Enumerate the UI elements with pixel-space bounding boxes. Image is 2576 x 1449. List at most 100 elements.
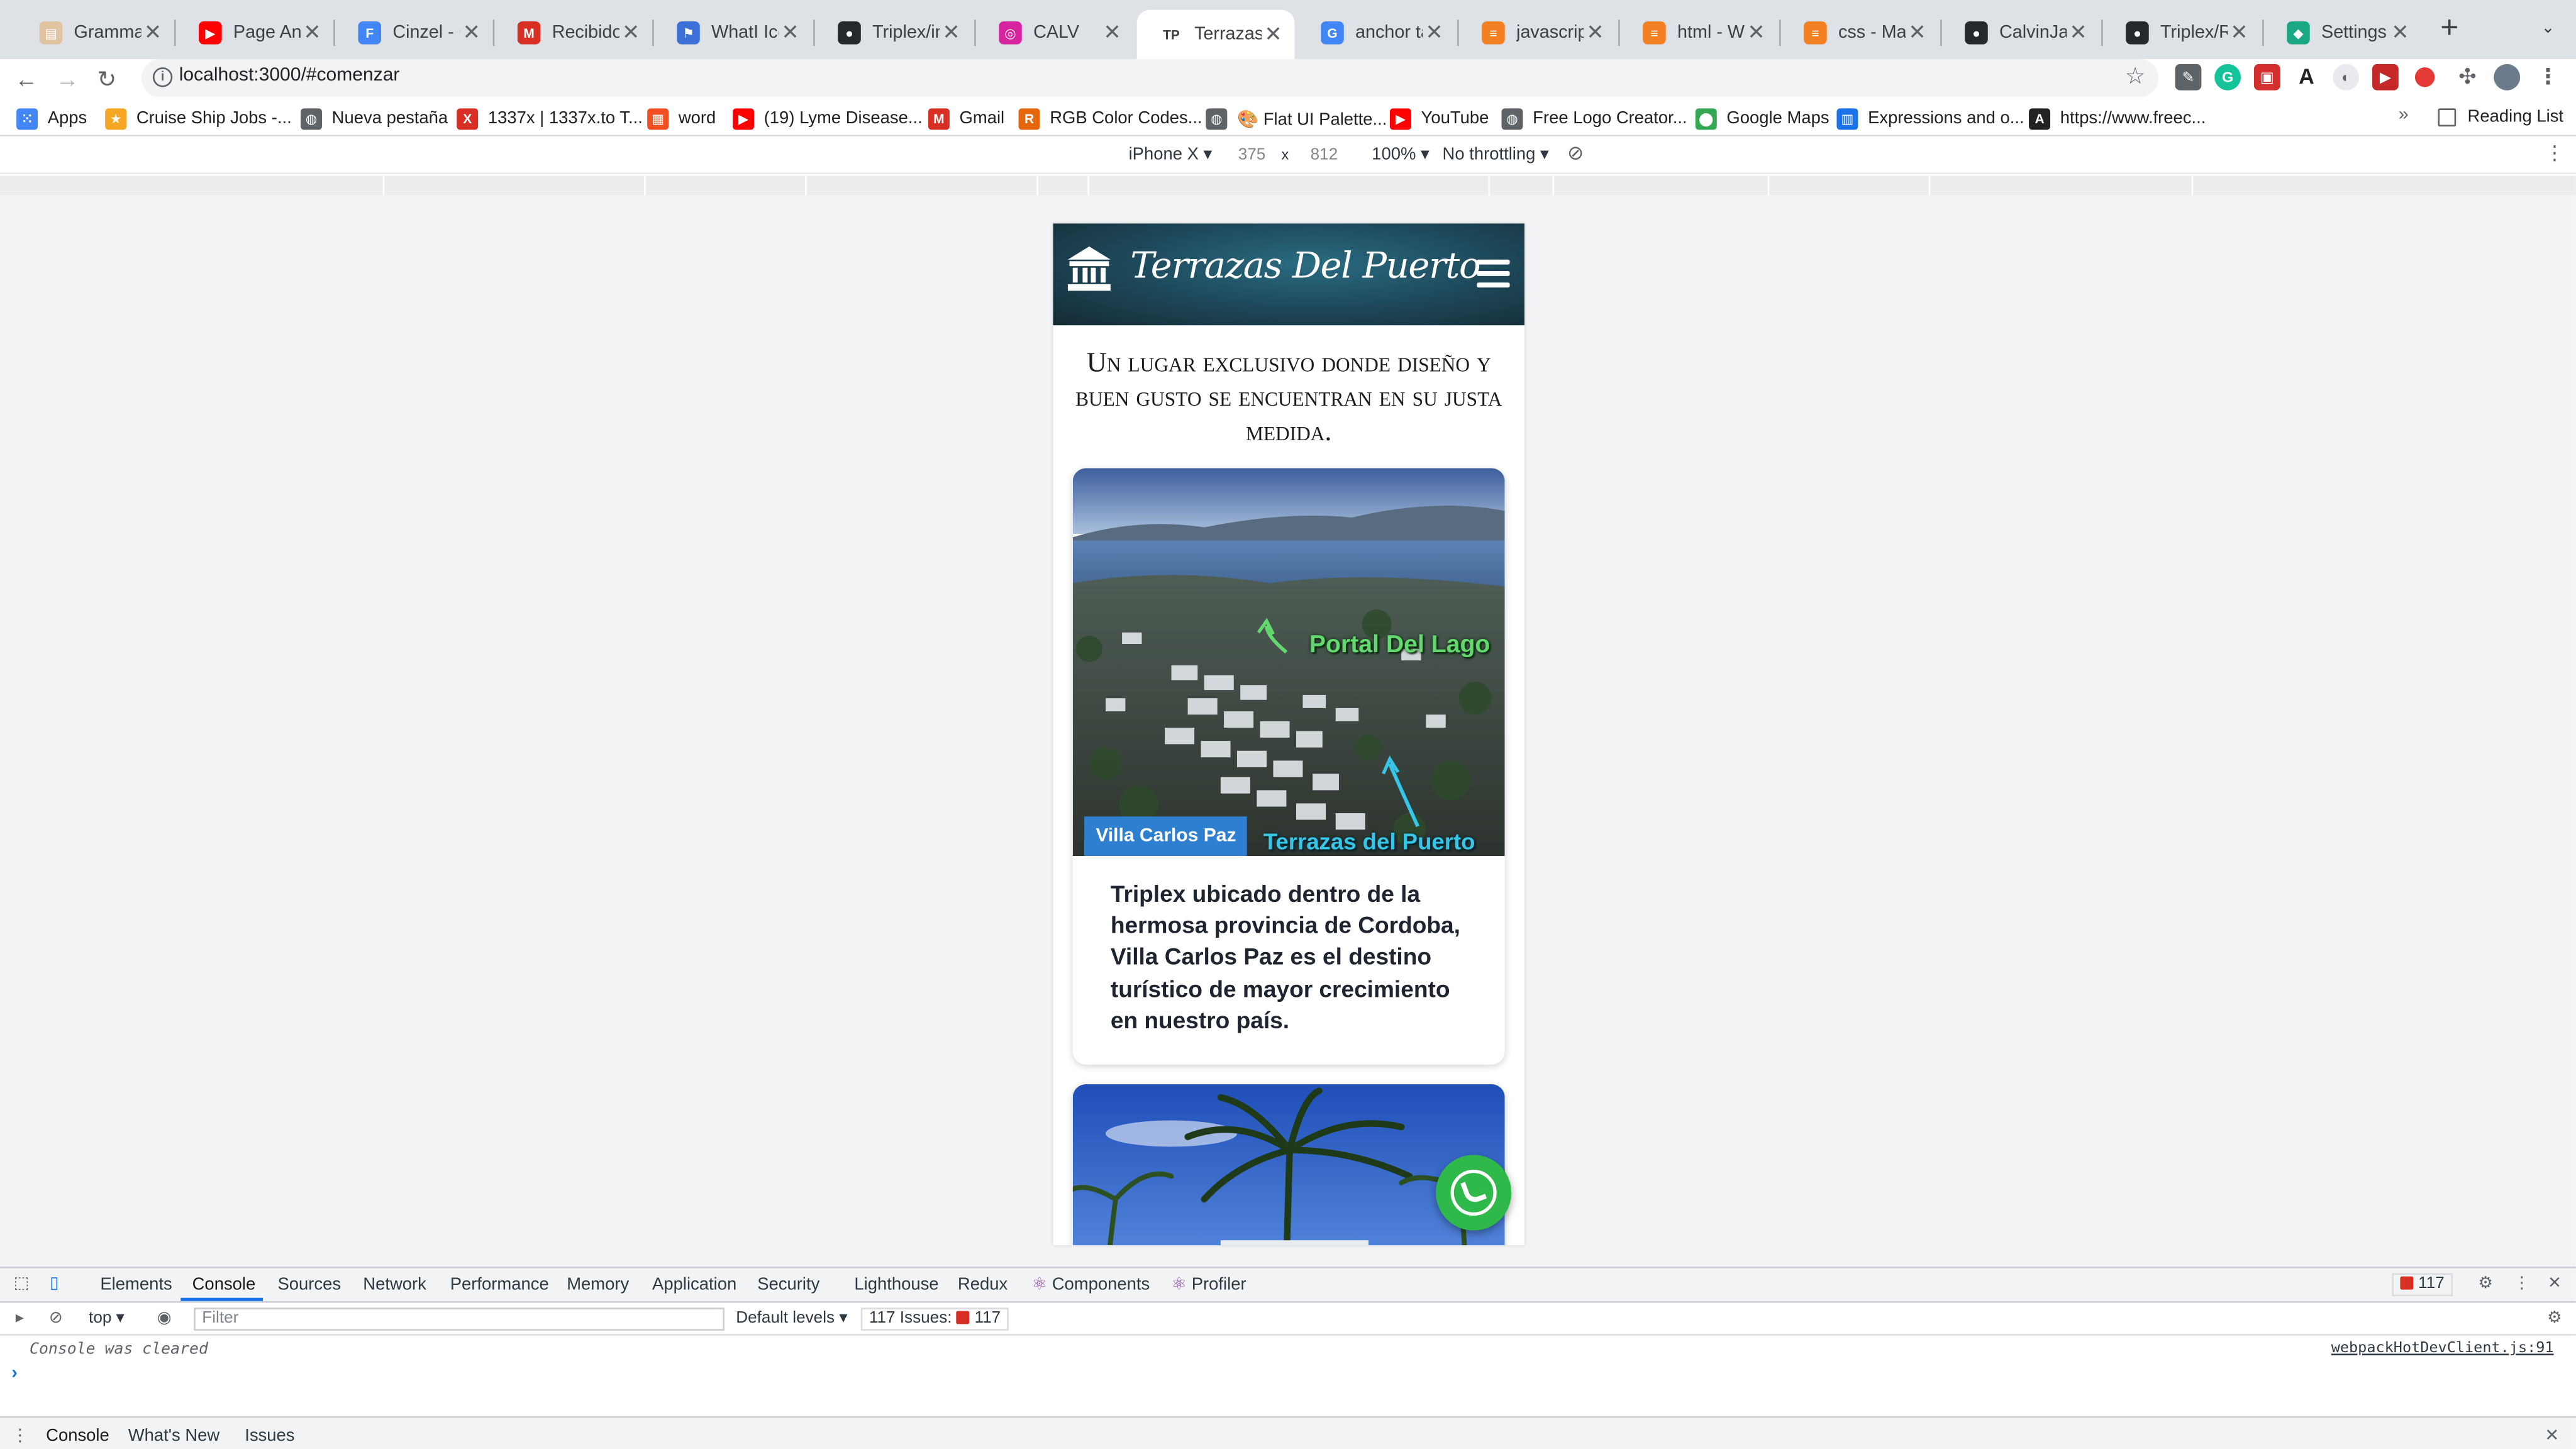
font-extension-icon[interactable]: A xyxy=(2293,64,2320,91)
devtools-menu-icon[interactable]: ⋮ xyxy=(2512,1275,2531,1294)
tab-close-icon[interactable]: ✕ xyxy=(1745,19,1768,46)
browser-tab[interactable]: Ganchor tak✕ xyxy=(1298,10,1456,56)
browser-tab[interactable]: ≡ html - Why✕ xyxy=(1620,10,1778,56)
media-query-bar[interactable] xyxy=(0,175,2576,196)
tab-close-icon[interactable]: ✕ xyxy=(2067,19,2090,46)
bookmark-item[interactable]: ⁙ Apps xyxy=(16,107,87,130)
whatsapp-button[interactable] xyxy=(1436,1155,1512,1231)
console-filter-input[interactable]: Filter xyxy=(194,1307,724,1331)
tab-close-icon[interactable]: ✕ xyxy=(779,19,802,46)
devtools-tab-elements[interactable]: Elements xyxy=(100,1275,172,1294)
bookmark-item[interactable]: ▥ Expressions and o... xyxy=(1836,107,2024,130)
browser-tab[interactable]: F Cinzel - Go✕ xyxy=(335,10,493,56)
tab-close-icon[interactable]: ✕ xyxy=(619,19,643,46)
rotate-icon[interactable]: ⊘ xyxy=(1567,142,1584,165)
tab-search-icon[interactable]: ⌄ xyxy=(2533,15,2563,45)
tab-close-icon[interactable]: ✕ xyxy=(1906,19,1929,46)
profile-avatar[interactable] xyxy=(2494,64,2521,91)
devtools-close-icon[interactable]: ✕ xyxy=(2545,1275,2564,1294)
browser-tab[interactable]: ⚑ WhatI Icon✕ xyxy=(654,10,812,56)
bookmark-item[interactable]: ◍ Free Logo Creator... xyxy=(1501,107,1687,130)
tab-close-icon[interactable]: ✕ xyxy=(301,19,324,46)
inspect-element-icon[interactable]: ⬚ xyxy=(11,1275,31,1294)
issues-counter[interactable]: 117 Issues: 117 xyxy=(860,1307,1009,1331)
devtools-tab-console[interactable]: Console xyxy=(192,1275,256,1294)
device-toggle-icon[interactable]: ▯ xyxy=(45,1275,64,1294)
console-source-link[interactable]: webpackHotDevClient.js:91 xyxy=(2331,1341,2554,1357)
record-icon[interactable] xyxy=(2414,67,2435,87)
browser-tab[interactable]: ≡ css - Make✕ xyxy=(1781,10,1939,56)
console-settings-icon[interactable]: ⚙ xyxy=(2545,1309,2564,1329)
devtools-tab-profiler[interactable]: ⚛ Profiler xyxy=(1171,1275,1246,1294)
new-tab-button[interactable]: + xyxy=(2431,11,2467,47)
devtools-tab-application[interactable]: Application xyxy=(652,1275,736,1294)
drawer-close-icon[interactable]: ✕ xyxy=(2545,1426,2559,1445)
bookmark-item[interactable]: ⬤ Google Maps xyxy=(1695,107,1829,130)
devtools-tab-performance[interactable]: Performance xyxy=(450,1275,549,1294)
bank-building-icon[interactable] xyxy=(1067,246,1111,292)
bookmark-item[interactable]: ◍ 🎨 Flat UI Palette... xyxy=(1206,107,1387,130)
bookmark-item[interactable]: X 1337x | 1337x.to T... xyxy=(457,107,643,130)
bookmarks-overflow-icon[interactable]: » xyxy=(2399,105,2409,125)
device-options-icon[interactable]: ⋮ xyxy=(2545,142,2564,165)
extension-play-icon[interactable]: ▶ xyxy=(2372,64,2399,91)
drawer-tab-issues[interactable]: Issues xyxy=(245,1426,294,1445)
devtools-tab-security[interactable]: Security xyxy=(757,1275,819,1294)
clear-console-icon[interactable]: ⊘ xyxy=(46,1309,65,1329)
tab-close-icon[interactable]: ✕ xyxy=(460,19,483,46)
tab-close-icon[interactable]: ✕ xyxy=(2389,19,2412,46)
tab-close-icon[interactable]: ✕ xyxy=(1423,19,1446,46)
devtools-tab-network[interactable]: Network xyxy=(363,1275,426,1294)
tab-close-icon[interactable]: ✕ xyxy=(1101,19,1124,46)
browser-tab[interactable]: ▤ Grammar C✕ xyxy=(16,10,174,56)
bookmark-item[interactable]: ★ Cruise Ship Jobs -... xyxy=(105,107,292,130)
error-counter[interactable]: 117 xyxy=(2392,1273,2453,1297)
browser-tab[interactable]: TP Terrazas D✕ xyxy=(1136,9,1295,60)
devtools-tab-redux[interactable]: Redux xyxy=(958,1275,1008,1294)
live-expression-eye-icon[interactable]: ◉ xyxy=(155,1309,174,1329)
drawer-tab-what-s-new[interactable]: What's New xyxy=(128,1426,219,1445)
forward-arrow-icon[interactable]: → xyxy=(51,62,84,95)
browser-tab[interactable]: ◎ CALV ✕ xyxy=(976,10,1134,56)
tab-close-icon[interactable]: ✕ xyxy=(1584,19,1607,46)
drawer-menu-icon[interactable]: ⋮ xyxy=(11,1426,28,1445)
browser-menu-icon[interactable]: ⋮ xyxy=(2534,64,2562,91)
extension-red-icon[interactable]: ▣ xyxy=(2253,64,2280,91)
device-select[interactable]: iPhone X ▾ xyxy=(1129,145,1213,164)
zoom-select[interactable]: 100% ▾ xyxy=(1372,145,1430,164)
browser-tab[interactable]: ◆ Settings fo✕ xyxy=(2264,10,2422,56)
url-text[interactable]: localhost:3000/#comenzar xyxy=(179,65,400,85)
drawer-tab-console[interactable]: Console xyxy=(46,1426,109,1445)
console-prompt[interactable]: › xyxy=(11,1363,18,1383)
reading-list-button[interactable]: Reading List xyxy=(2438,107,2563,126)
bookmark-item[interactable]: R RGB Color Codes... xyxy=(1018,107,1202,130)
devtools-settings-icon[interactable]: ⚙ xyxy=(2476,1275,2496,1294)
log-levels-select[interactable]: Default levels ▾ xyxy=(736,1309,847,1328)
address-bar[interactable]: i localhost:3000/#comenzar ☆ xyxy=(141,59,2159,97)
browser-tab[interactable]: ≡ javascript✕ xyxy=(1459,10,1617,56)
devtools-tab-components[interactable]: ⚛ Components xyxy=(1031,1275,1150,1294)
tab-close-icon[interactable]: ✕ xyxy=(1262,21,1285,48)
device-height-input[interactable]: 812 xyxy=(1299,143,1348,169)
tab-close-icon[interactable]: ✕ xyxy=(142,19,165,46)
back-arrow-icon[interactable]: ← xyxy=(10,62,43,95)
site-title[interactable]: Terrazas Del Puerto xyxy=(1130,247,1480,287)
devtools-tab-lighthouse[interactable]: Lighthouse xyxy=(854,1275,938,1294)
browser-tab[interactable]: ● Triplex/inde✕ xyxy=(815,10,973,56)
browser-tab[interactable]: M Recibidos (✕ xyxy=(494,10,652,56)
sidebar-toggle-icon[interactable]: ▸ xyxy=(10,1309,30,1329)
bookmark-item[interactable]: ▦ word xyxy=(647,107,716,130)
extensions-puzzle-icon[interactable]: ✣ xyxy=(2454,64,2481,91)
browser-tab[interactable]: ● CalvinJam✕ xyxy=(1942,10,2100,56)
extension-pen-icon[interactable]: ✎ xyxy=(2175,64,2202,91)
tab-close-icon[interactable]: ✕ xyxy=(940,19,963,46)
devtools-tab-sources[interactable]: Sources xyxy=(277,1275,341,1294)
devtools-tab-memory[interactable]: Memory xyxy=(567,1275,629,1294)
device-width-input[interactable]: 375 xyxy=(1227,143,1276,169)
reload-icon[interactable]: ↻ xyxy=(91,62,123,95)
bookmark-item[interactable]: M Gmail xyxy=(928,107,1004,130)
browser-tab[interactable]: ▶ Page Anim✕ xyxy=(176,10,334,56)
bookmark-item[interactable]: ◍ Nueva pestaña xyxy=(301,107,448,130)
context-select[interactable]: top ▾ xyxy=(89,1309,125,1328)
hamburger-menu-icon[interactable] xyxy=(1477,259,1510,288)
